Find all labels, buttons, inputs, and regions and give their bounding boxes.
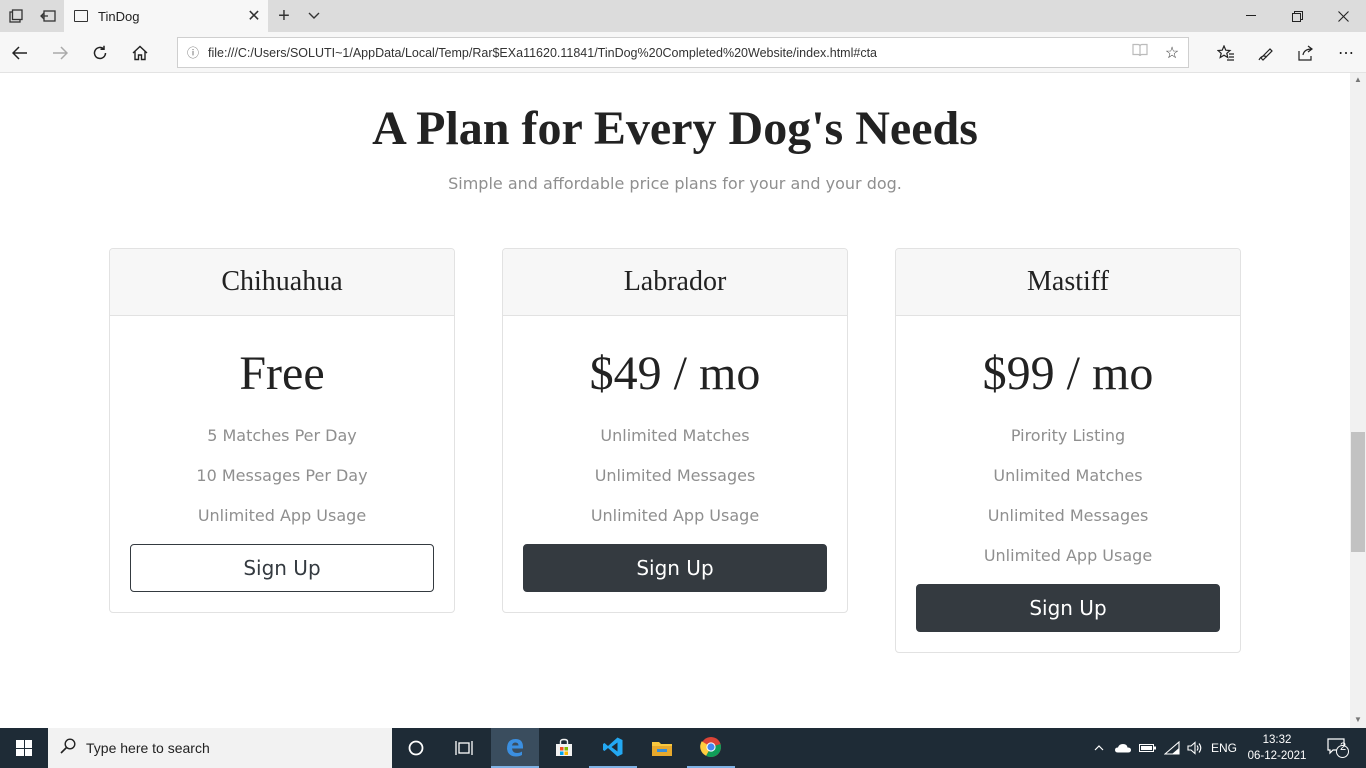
battery-icon[interactable] [1137,728,1159,768]
notification-count-badge: 2 [1340,741,1347,753]
web-note-pen-icon[interactable] [1246,32,1286,73]
plan-feature: Unlimited Messages [594,466,756,485]
windows-logo-icon [16,740,32,756]
plan-feature: Unlimited Matches [600,426,750,445]
tab-tindog[interactable]: TinDog ✕ [64,0,268,32]
tab-title: TinDog [98,8,140,24]
close-window-button[interactable] [1320,0,1366,32]
microsoft-store-icon[interactable] [540,728,588,768]
plan-feature: 5 Matches Per Day [207,426,357,445]
browser-tab-bar: TinDog ✕ + [0,0,1366,32]
minimize-button[interactable] [1228,0,1274,32]
clock-date: 06-12-2021 [1247,750,1307,762]
chrome-icon[interactable] [687,728,735,768]
restore-button[interactable] [1274,0,1320,32]
search-icon [60,737,76,759]
tab-actions-icon[interactable] [0,0,32,32]
plan-feature: Pirority Listing [1010,426,1126,445]
task-view-icon[interactable] [440,728,488,768]
wifi-icon[interactable] [1161,728,1183,768]
file-explorer-icon[interactable] [638,728,686,768]
browser-toolbar: ⓘ file:///C:/Users/SOLUTI~1/AppData/Loca… [0,32,1366,73]
plan-feature: Unlimited App Usage [590,506,760,525]
close-tab-icon[interactable]: ✕ [240,6,268,26]
scroll-down-arrow-icon[interactable]: ▼ [1350,715,1366,727]
plan-card-chihuahua: Chihuahua Free 5 Matches Per Day 10 Mess… [109,248,455,613]
back-button[interactable] [0,32,40,73]
vscode-icon[interactable] [589,728,637,768]
plan-name: Chihuahua [110,249,454,316]
forward-button[interactable] [40,32,80,73]
favorite-star-icon[interactable]: ☆ [1156,43,1188,63]
language-indicator[interactable]: ENG [1208,728,1240,768]
windows-taskbar: Type here to search ENG 13:32 06-12-2021 [0,728,1366,768]
plan-features: Unlimited Matches Unlimited Messages Unl… [523,424,827,544]
pricing-heading: A Plan for Every Dog's Needs [372,102,978,155]
page-scrollbar[interactable] [1350,73,1366,728]
page-icon [74,10,88,22]
plan-features: 5 Matches Per Day 10 Messages Per Day Un… [130,424,434,544]
scroll-up-arrow-icon[interactable]: ▲ [1350,75,1366,87]
plan-feature: Unlimited Messages [987,506,1149,525]
system-clock[interactable]: 13:32 06-12-2021 [1242,732,1312,764]
refresh-button[interactable] [80,32,120,73]
pricing-subheading: Simple and affordable price plans for yo… [448,174,902,193]
plan-name: Labrador [503,249,847,316]
tab-list-chevron-icon[interactable] [300,0,328,32]
home-button[interactable] [120,32,160,73]
edge-browser-icon[interactable] [491,728,539,768]
onedrive-cloud-icon[interactable] [1112,728,1134,768]
sign-up-button[interactable]: Sign Up [916,584,1220,632]
cortana-icon[interactable] [392,728,440,768]
plan-price: $99 / mo [982,347,1154,400]
reading-view-icon[interactable] [1124,43,1156,62]
sign-up-button[interactable]: Sign Up [130,544,434,592]
more-options-icon[interactable]: ⋯ [1326,32,1366,73]
show-hidden-icons-chevron-icon[interactable] [1090,728,1108,768]
action-center-icon[interactable]: 2 [1318,728,1358,768]
share-icon[interactable] [1286,32,1326,73]
taskbar-search-box[interactable]: Type here to search [48,728,392,768]
url-text[interactable]: file:///C:/Users/SOLUTI~1/AppData/Local/… [208,46,1124,60]
address-bar[interactable]: ⓘ file:///C:/Users/SOLUTI~1/AppData/Loca… [177,37,1189,68]
clock-time: 13:32 [1262,734,1292,746]
plan-features: Pirority Listing Unlimited Matches Unlim… [916,424,1220,584]
new-tab-icon[interactable]: + [268,0,300,32]
scrollbar-thumb[interactable] [1351,432,1365,552]
plan-feature: Unlimited Matches [993,466,1143,485]
set-tabs-aside-icon[interactable] [32,0,64,32]
plan-card-labrador: Labrador $49 / mo Unlimited Matches Unli… [502,248,848,613]
volume-icon[interactable] [1184,728,1206,768]
plan-name: Mastiff [896,249,1240,316]
plan-price: $49 / mo [589,347,761,400]
plan-card-mastiff: Mastiff $99 / mo Pirority Listing Unlimi… [895,248,1241,653]
web-page: A Plan for Every Dog's Needs Simple and … [0,73,1350,728]
search-placeholder: Type here to search [86,740,210,756]
start-button[interactable] [0,728,48,768]
plan-feature: Unlimited App Usage [983,546,1153,565]
site-info-icon[interactable]: ⓘ [178,44,208,61]
plan-feature: 10 Messages Per Day [196,466,368,485]
sign-up-button[interactable]: Sign Up [523,544,827,592]
plan-price: Free [239,347,325,400]
favorites-icon[interactable] [1206,32,1246,73]
plan-feature: Unlimited App Usage [197,506,367,525]
